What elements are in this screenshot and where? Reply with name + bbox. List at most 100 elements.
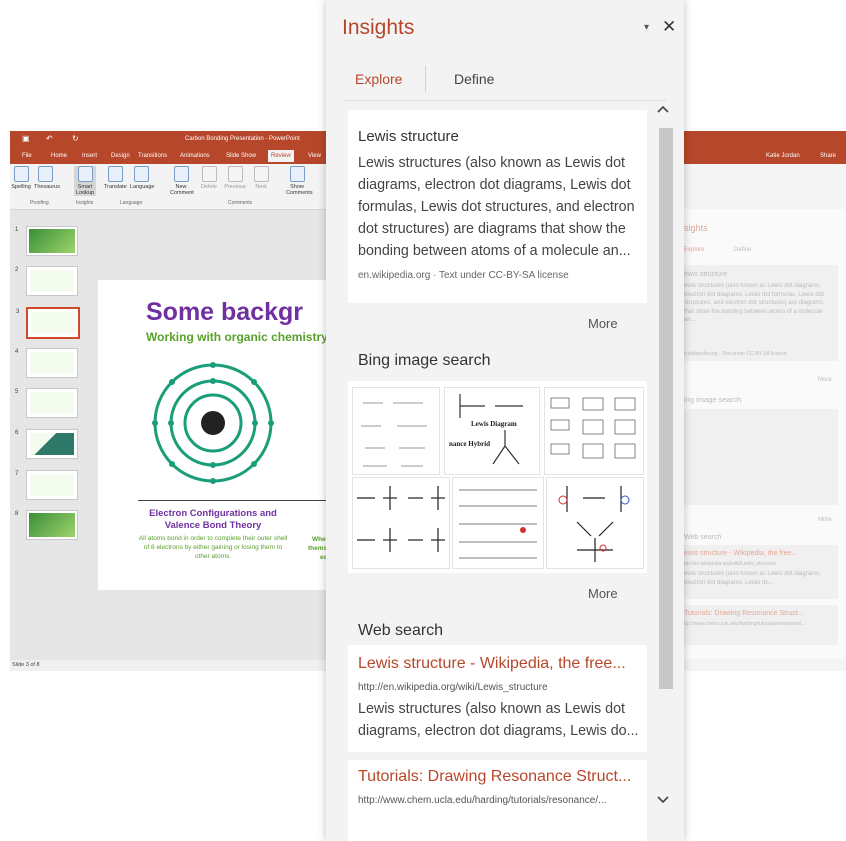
image-result[interactable]	[352, 387, 440, 475]
smart-lookup-button[interactable]: Smart Lookup	[74, 166, 96, 196]
slide-thumbnail[interactable]: 8	[15, 510, 78, 540]
atom-diagram	[152, 362, 274, 484]
ghost-card: ewis structure ewis structures (also kno…	[680, 265, 838, 361]
pane-options-dropdown-icon[interactable]: ▾	[644, 22, 649, 33]
image-result[interactable]	[452, 477, 544, 569]
wiki-source: en.wikipedia.org · Text under CC-BY-SA l…	[358, 270, 569, 281]
slide-thumbnail[interactable]: 2	[15, 266, 78, 296]
spelling-icon	[13, 166, 29, 182]
pane-title: Insights	[342, 16, 415, 39]
previous-comment-button[interactable]: Previous	[224, 166, 246, 190]
background-window-right: Katie Jordan Share sights Explore Define…	[680, 131, 846, 671]
tab-explore[interactable]: Explore	[355, 71, 402, 87]
group-proofing: Proofing	[30, 200, 49, 206]
image-result[interactable]	[544, 387, 644, 475]
language-icon	[133, 166, 149, 182]
slide-caption-title: Electron Configurations and Valence Bond…	[149, 508, 277, 531]
tab-separator	[425, 66, 426, 92]
tab-define[interactable]: Define	[454, 71, 494, 87]
next-comment-button[interactable]: Next	[250, 166, 272, 190]
tab-insert[interactable]: Insert	[82, 153, 97, 159]
show-comments-icon	[289, 166, 305, 182]
tab-animations[interactable]: Animations	[180, 153, 210, 159]
image-label: nance Hybrid	[449, 440, 490, 448]
bing-image-grid: Lewis Diagram nance Hybrid	[348, 381, 647, 573]
slide-thumbnail[interactable]: 1	[15, 226, 78, 256]
undo-icon[interactable]: ↶	[46, 134, 53, 143]
web-result-url: http://www.chem.ucla.edu/harding/tutoria…	[358, 795, 607, 806]
scrollbar-thumb[interactable]	[659, 128, 673, 689]
more-link[interactable]: More	[588, 316, 618, 331]
tab-slide-show[interactable]: Slide Show	[226, 153, 256, 159]
redo-icon[interactable]: ↻	[72, 134, 79, 143]
group-comments: Comments	[228, 200, 253, 206]
ghost-web-card: ewis structure - Wikipedia, the free... …	[680, 545, 838, 599]
web-result-snippet: Lewis structures (also known as Lewis do…	[358, 701, 639, 739]
spelling-button[interactable]: Spelling	[10, 166, 32, 190]
ghost-tab-define: Define	[734, 247, 752, 253]
slide-canvas: Some backgr Working with organic chemist…	[92, 210, 338, 660]
web-result-title[interactable]: Tutorials: Drawing Resonance Struct...	[358, 768, 631, 786]
image-label: Lewis Diagram	[471, 420, 517, 428]
tab-review[interactable]: Review	[268, 150, 294, 162]
language-button[interactable]: Language	[130, 166, 154, 190]
thesaurus-button[interactable]: Thesaurus	[34, 166, 60, 190]
ghost-title: sights	[684, 223, 708, 233]
web-result-url: http://en.wikipedia.org/wiki/Lewis_struc…	[358, 682, 548, 693]
slide-thumbnail[interactable]: 4	[15, 348, 78, 378]
tab-transitions[interactable]: Transitions	[138, 153, 167, 159]
slide-caption-text: All atoms bond in order to complete thei…	[138, 535, 288, 560]
show-comments-button[interactable]: Show Comments	[286, 166, 313, 196]
more-link[interactable]: More	[588, 586, 618, 601]
slide-counter: Slide 3 of 8	[12, 662, 40, 668]
ghost-web-card: Tutorials: Drawing Resonance Struct... t…	[680, 605, 838, 645]
ghost-tab-explore: Explore	[684, 247, 705, 253]
slide-thumbnails: 1 2 3 4 5 6 7 8	[10, 210, 92, 660]
current-slide[interactable]: Some backgr Working with organic chemist…	[98, 280, 338, 590]
tabs-divider	[344, 100, 666, 101]
tab-home[interactable]: Home	[51, 153, 67, 159]
image-result[interactable]	[546, 477, 644, 569]
close-icon[interactable]: ✕	[662, 17, 676, 37]
ghost-title-bar: Katie Jordan Share	[680, 131, 846, 164]
ghost-image-grid	[680, 409, 838, 505]
translate-icon	[107, 166, 123, 182]
bing-image-search-heading: Bing image search	[358, 352, 491, 369]
wiki-title[interactable]: Lewis structure	[358, 128, 459, 145]
next-icon	[253, 166, 269, 182]
slide-thumbnail-selected[interactable]: 3	[16, 307, 80, 339]
user-name[interactable]: Katie Jordan	[766, 153, 800, 159]
slide-thumbnail[interactable]: 6	[15, 429, 78, 459]
tab-file[interactable]: File	[22, 153, 32, 159]
previous-icon	[227, 166, 243, 182]
group-insights: Insights	[76, 200, 94, 206]
group-language: Language	[120, 200, 143, 206]
web-result[interactable]: Lewis structure - Wikipedia, the free...…	[348, 645, 647, 752]
tab-view[interactable]: View	[308, 153, 321, 159]
new-comment-icon	[173, 166, 189, 182]
wikipedia-card[interactable]: Lewis structure Lewis structures (also k…	[348, 110, 647, 303]
chevron-down-icon[interactable]	[656, 795, 670, 805]
delete-comment-button[interactable]: Delete	[198, 166, 220, 190]
share-button[interactable]: Share	[820, 153, 836, 159]
translate-button[interactable]: Translate	[104, 166, 127, 190]
image-result[interactable]: Lewis Diagram nance Hybrid	[444, 387, 540, 475]
delete-icon	[201, 166, 217, 182]
tab-design[interactable]: Design	[111, 153, 130, 159]
web-result[interactable]: Tutorials: Drawing Resonance Struct... h…	[348, 760, 647, 841]
chevron-up-icon[interactable]	[656, 104, 670, 114]
save-icon[interactable]: ▣	[22, 134, 30, 143]
slide-thumbnail[interactable]: 7	[15, 470, 78, 500]
slide-thumbnail[interactable]: 5	[15, 388, 78, 418]
web-search-heading: Web search	[358, 622, 444, 639]
insights-pane: Insights ▾ ✕ Explore Define Lewis struct…	[326, 0, 684, 841]
new-comment-button[interactable]: New Comment	[170, 166, 194, 196]
slide-heading: Some backgr	[146, 298, 304, 326]
image-result[interactable]	[352, 477, 450, 569]
web-result-title[interactable]: Lewis structure - Wikipedia, the free...	[358, 655, 626, 673]
smart-lookup-icon	[77, 166, 93, 182]
window-title: Carbon Bonding Presentation - PowerPoint	[185, 136, 300, 142]
wiki-summary: Lewis structures (also known as Lewis do…	[358, 155, 635, 259]
slide-subheading: Working with organic chemistry	[146, 330, 328, 344]
slide-divider	[138, 500, 328, 501]
